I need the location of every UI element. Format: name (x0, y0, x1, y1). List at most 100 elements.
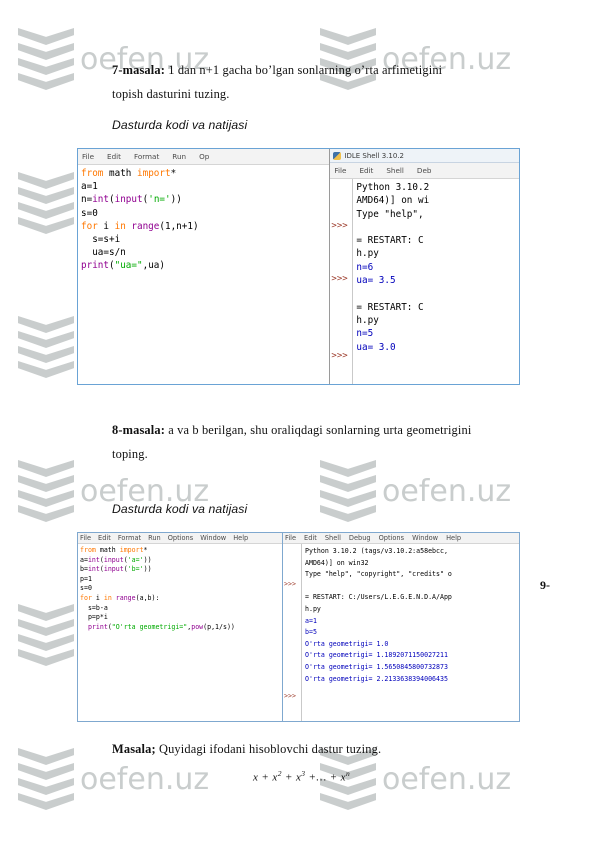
menu-edit[interactable]: Edit (304, 534, 317, 542)
idle-shell-pane-1: IDLE Shell 3.10.2 File Edit Shell Deb >>… (330, 149, 519, 384)
code-token: * (170, 168, 177, 179)
menu-run[interactable]: Run (172, 152, 186, 161)
code-token: 'n=' (148, 194, 171, 206)
formula-exp-n: n (345, 769, 351, 778)
code-token: range (131, 220, 160, 232)
menu-edit[interactable]: Edit (359, 166, 373, 175)
shell-menubar-1[interactable]: File Edit Shell Deb (330, 163, 519, 179)
menu-help[interactable]: Help (446, 534, 461, 542)
shell-prompt: >>> (284, 692, 296, 700)
shell-line: O'rta geometrigi= 1.5650845800732873 (305, 662, 448, 671)
code-token: p=1 (80, 574, 92, 583)
shell-line: h.py (356, 314, 379, 326)
menu-edit[interactable]: Edit (98, 534, 111, 542)
menu-file[interactable]: File (285, 534, 296, 542)
shell-prompt: >>> (284, 580, 296, 588)
code-line: p=p*i (80, 613, 282, 623)
code-token: s=b-a (80, 603, 108, 612)
menu-edit[interactable]: Edit (107, 152, 121, 161)
shell-output-1[interactable]: Python 3.10.2 AMD64)] on wi Type "help", =… (353, 179, 519, 384)
code-line: for i in range(1,n+1) (81, 220, 329, 233)
watermark: oefen.uz (18, 748, 209, 810)
task8-subtitle: Dasturda kodi va natijasi (112, 502, 248, 516)
shell-menubar-2[interactable]: File Edit Shell Debug Options Window Hel… (283, 533, 519, 544)
code-line: s=s+i (81, 233, 329, 246)
menu-options[interactable]: Options (379, 534, 404, 542)
code-line: a=int(input('a=')) (80, 556, 282, 566)
code-line: ua=s/n (81, 246, 329, 259)
task9-formula: x + x2 + x3 +… + xn (253, 769, 350, 784)
editor-menubar-2[interactable]: File Edit Format Run Options Window Help (78, 533, 282, 544)
menu-options[interactable]: Options (168, 534, 193, 542)
menu-file[interactable]: File (334, 166, 346, 175)
code-token: from (81, 168, 109, 179)
shell-line: = RESTART: C:/Users/L.E.G.E.N.D.A/App (305, 593, 452, 602)
shell-output-2[interactable]: Python 3.10.2 (tags/v3.10.2:a58ebcc, AMD6… (302, 544, 519, 721)
shell-line: Python 3.10.2 (356, 182, 430, 193)
shell-line: ua= 3.0 (356, 341, 396, 353)
menu-window[interactable]: Window (200, 534, 226, 542)
formula-part-1: x + x (253, 771, 278, 784)
editor-code-2[interactable]: from math import* a=int(input('a=')) b=int… (78, 544, 282, 632)
code-token: math (99, 546, 120, 554)
code-token: math (109, 168, 137, 179)
task8-label: 8-masala: (112, 423, 165, 437)
formula-part-3: + x (281, 771, 302, 784)
code-token: (a,b): (135, 593, 160, 602)
menu-help[interactable]: Help (233, 534, 248, 542)
shell-prompt: >>> (331, 351, 348, 361)
shell-prompt-gutter-1: >>> >>> >>> (330, 179, 354, 384)
code-token: in (114, 220, 132, 232)
code-token: n= (81, 194, 93, 206)
shell-body-1: >>> >>> >>> Python 3.10.2 AMD64)] on wi Type… (330, 179, 519, 384)
editor-code-1[interactable]: from math import* a=1 n=int(input('n=')) s=… (78, 165, 329, 273)
task9-label: Masala; (112, 742, 156, 756)
code-line: print("ua=",ua) (81, 259, 329, 272)
code-token: print (81, 260, 109, 272)
menu-file[interactable]: File (82, 152, 94, 161)
idle-editor-pane-1: File Edit Format Run Op from math import… (78, 149, 331, 384)
shell-line: AMD64)] on wi (356, 195, 430, 207)
shell-title-text: IDLE Shell 3.10.2 (344, 151, 404, 160)
shell-line: Type "help", "copyright", "credits" o (305, 570, 452, 579)
figure-idle-task8: File Edit Format Run Options Window Help… (77, 532, 520, 722)
menu-shell[interactable]: Shell (325, 534, 341, 542)
shell-line: O'rta geometrigi= 1.0 (305, 639, 389, 648)
watermark-text: oefen.uz (382, 473, 512, 509)
task8-text: a va b berilgan, shu oraliqdagi sonlarni… (112, 423, 472, 462)
code-token: * (143, 546, 148, 554)
watermark-text: oefen.uz (382, 761, 512, 797)
python-logo-icon (333, 151, 342, 160)
menu-options[interactable]: Op (199, 152, 209, 161)
menu-file[interactable]: File (80, 534, 91, 542)
menu-format[interactable]: Format (118, 534, 141, 542)
task7-label: 7-masala: (112, 63, 165, 77)
oefen-logo-icon (18, 316, 74, 378)
code-token: a= (80, 555, 88, 564)
menu-window[interactable]: Window (412, 534, 438, 542)
code-token: "ua=" (114, 260, 143, 272)
shell-line: n=5 (356, 328, 374, 340)
menu-debug[interactable]: Deb (417, 166, 432, 175)
code-token: a= (81, 181, 93, 193)
editor-menubar-1[interactable]: File Edit Format Run Op (78, 149, 330, 165)
menu-shell[interactable]: Shell (386, 166, 404, 175)
watermark-text: oefen.uz (80, 761, 210, 797)
code-token: for (80, 593, 96, 602)
code-line: b=int(input('b=')) (80, 565, 282, 575)
code-token: "O'rta geometrigi=" (111, 622, 188, 631)
code-token: s=0 (81, 207, 98, 219)
menu-format[interactable]: Format (134, 152, 159, 161)
code-token: int (92, 194, 109, 206)
oefen-logo-icon (18, 460, 74, 522)
code-token: range (115, 593, 136, 602)
task8-paragraph: 8-masala: a va b berilgan, shu oraliqdag… (112, 418, 472, 466)
watermark: oefen.uz (320, 460, 511, 522)
menu-run[interactable]: Run (148, 534, 161, 542)
menu-debug[interactable]: Debug (349, 534, 371, 542)
oefen-logo-icon (18, 28, 74, 90)
